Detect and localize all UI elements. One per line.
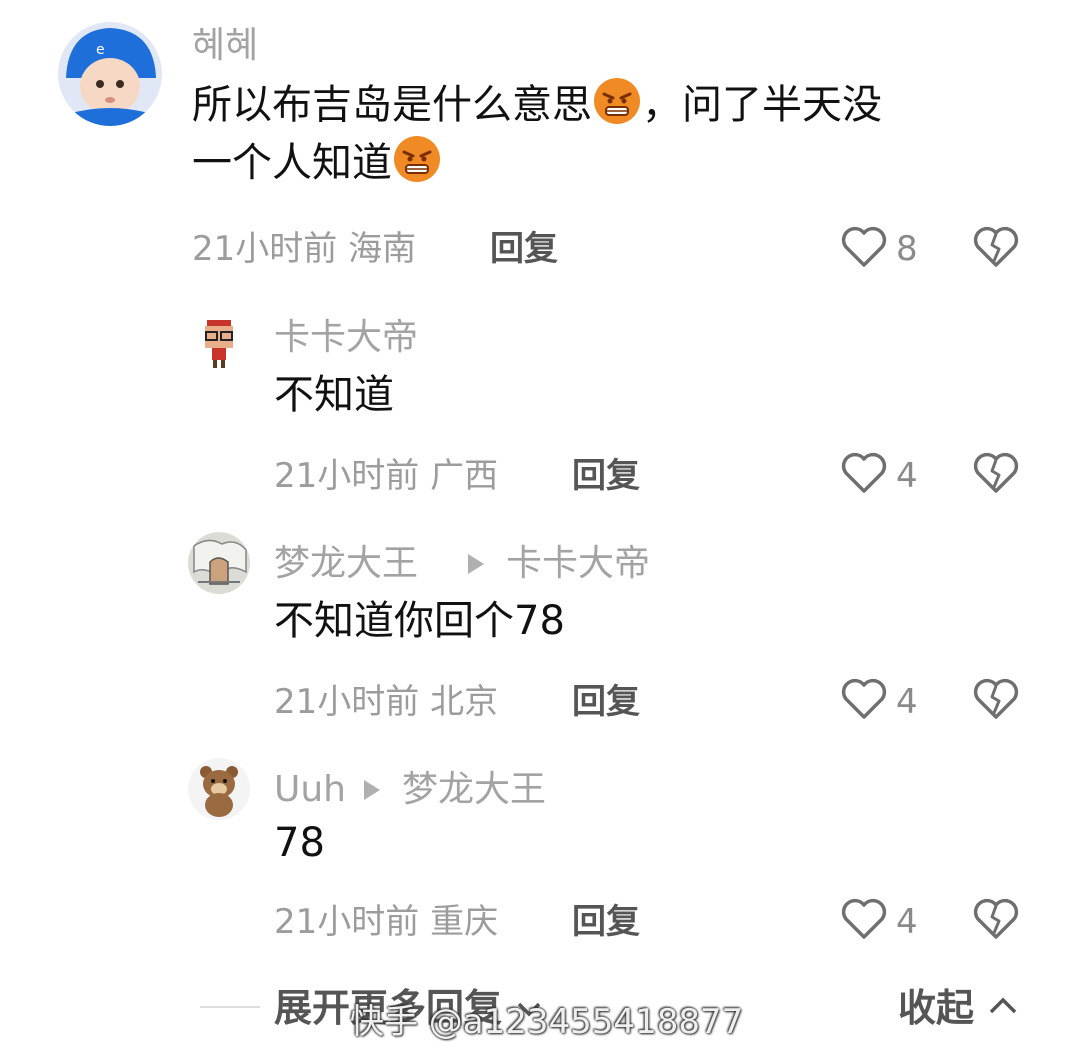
reply-button[interactable]: 回复 <box>490 229 558 269</box>
avatar[interactable]: e <box>58 22 162 126</box>
comment-text: 所以布吉岛是什么意思 ，问了半天没一个人知道 <box>192 76 1012 192</box>
broken-heart-icon[interactable] <box>972 451 1020 495</box>
angry-face-emoji-icon <box>594 78 640 124</box>
comment-location: 北京 <box>430 682 499 722</box>
reply-text: 78 <box>274 820 325 866</box>
like-count: 4 <box>896 456 918 496</box>
comment-meta: 21小时前 北京 <box>274 682 498 722</box>
heart-outline-icon[interactable] <box>840 677 888 721</box>
svg-text:e: e <box>96 42 105 58</box>
heart-outline-icon[interactable] <box>840 225 888 269</box>
reply-target-username[interactable]: 梦龙大王 <box>402 770 546 810</box>
reply-button[interactable]: 回复 <box>572 902 640 942</box>
divider <box>200 1006 260 1008</box>
reply-username[interactable]: 卡卡大帝 <box>274 318 418 358</box>
avatar[interactable] <box>188 310 250 372</box>
watermark: 快手 @a123455418877 <box>350 1002 744 1042</box>
reply-target-username[interactable]: 卡卡大帝 <box>506 544 650 584</box>
comment-time: 21小时前 <box>274 902 420 942</box>
heart-outline-icon[interactable] <box>840 897 888 941</box>
comment-meta: 21小时前 广西 <box>274 456 498 496</box>
reply-button[interactable]: 回复 <box>572 456 640 496</box>
like-count: 4 <box>896 902 918 942</box>
broken-heart-icon[interactable] <box>972 677 1020 721</box>
broken-heart-icon[interactable] <box>972 897 1020 941</box>
comment-location: 海南 <box>348 229 417 269</box>
broken-heart-icon[interactable] <box>972 225 1020 269</box>
like-count: 8 <box>896 229 918 269</box>
collapse-label: 收起 <box>898 986 975 1030</box>
avatar[interactable] <box>188 758 250 820</box>
comment-username[interactable]: 혜혜 <box>192 26 258 66</box>
comment-text-part: 所以布吉岛是什么意思 <box>192 82 592 128</box>
comment-location: 重庆 <box>430 902 499 942</box>
like-count: 4 <box>896 682 918 722</box>
reply-author[interactable]: Uuh <box>274 770 346 810</box>
comment-text-part: 一个人知道 <box>192 140 392 186</box>
comment-meta: 21小时前 海南 <box>192 229 416 269</box>
reply-text: 不知道 <box>274 372 394 418</box>
avatar[interactable] <box>188 532 250 594</box>
collapse-button[interactable]: 收起 <box>898 986 1019 1030</box>
chevron-up-icon <box>990 997 1017 1014</box>
reply-author[interactable]: 梦龙大王 <box>274 543 418 584</box>
comment-text-part: ，问了半天没 <box>642 82 882 128</box>
play-triangle-icon <box>468 554 484 574</box>
reply-text: 不知道你回个78 <box>274 598 565 644</box>
reply-button[interactable]: 回复 <box>572 682 640 722</box>
heart-outline-icon[interactable] <box>840 451 888 495</box>
angry-face-emoji-icon <box>394 136 440 182</box>
comment-time: 21小时前 <box>274 682 420 722</box>
comment-meta: 21小时前 重庆 <box>274 902 498 942</box>
reply-username: 梦龙大王 <box>274 544 418 584</box>
comment-time: 21小时前 <box>274 456 420 496</box>
play-triangle-icon <box>364 780 380 800</box>
comment-time: 21小时前 <box>192 229 338 269</box>
comment-location: 广西 <box>430 456 499 496</box>
